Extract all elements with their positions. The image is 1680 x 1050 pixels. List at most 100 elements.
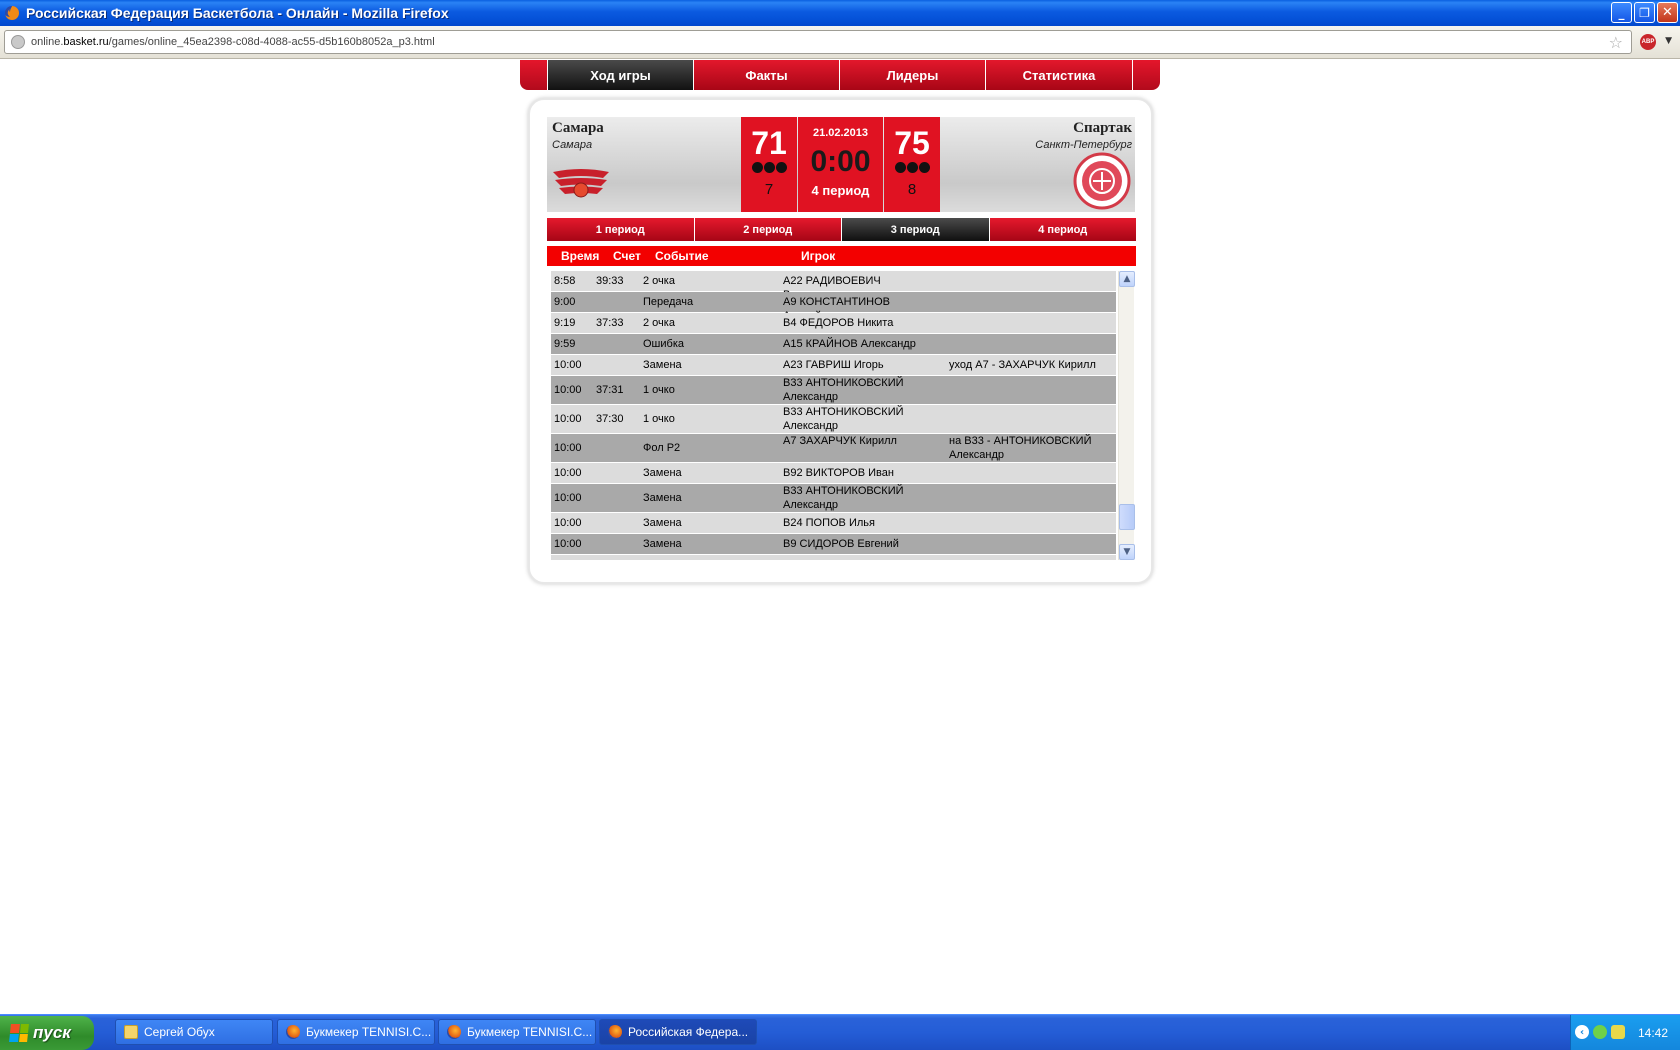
- event-type: 2 очка: [643, 275, 675, 287]
- tab-period-2[interactable]: 2 период: [694, 218, 841, 241]
- task-folder[interactable]: Сергей Обух: [115, 1019, 273, 1045]
- minimize-button[interactable]: _: [1611, 2, 1632, 23]
- folder-icon: [124, 1025, 138, 1039]
- home-team-logo: [553, 169, 609, 198]
- game-date: 21.02.2013: [812, 127, 869, 139]
- event-type: Фол P2: [643, 442, 681, 454]
- site-identity-icon[interactable]: [11, 35, 25, 49]
- home-score-panel: 71 7: [741, 117, 797, 212]
- event-player: B9 СИДОРОВ Евгений: [783, 538, 899, 550]
- task-label: Букмекер TENNISI.C...: [306, 1025, 432, 1039]
- scroll-down-icon[interactable]: ▼: [1119, 544, 1135, 560]
- header-player: Игрок: [801, 249, 836, 263]
- event-type: Ошибка: [643, 338, 684, 350]
- bookmark-star-icon[interactable]: ☆: [1609, 33, 1623, 52]
- task-label: Российская Федера...: [628, 1025, 749, 1039]
- timeout-dot: [918, 162, 930, 173]
- header-event: Событие: [655, 249, 709, 263]
- security-icon[interactable]: [1611, 1025, 1625, 1039]
- system-tray: ‹ 14:42: [1570, 1015, 1680, 1050]
- event-type: Замена: [643, 558, 682, 560]
- firefox-icon: [5, 6, 19, 20]
- event-row: 10:00 Замена B24 ПОПОВ Илья: [551, 513, 1116, 533]
- timeout-dot: [751, 162, 763, 173]
- page-content: Ход игры Факты Лидеры Статистика Самара …: [0, 60, 1680, 1014]
- event-type: 2 очка: [643, 317, 675, 329]
- event-time: 8:58: [554, 275, 576, 287]
- event-row: 10:00 37:30 1 очко B33 АНТОНИКОВСКИЙ Алекса…: [551, 405, 1116, 433]
- timeout-dot: [775, 162, 787, 173]
- task-firefox-3[interactable]: Российская Федера...: [599, 1019, 757, 1045]
- tab-period-4[interactable]: 4 период: [989, 218, 1136, 241]
- game-clock-panel: 21.02.2013 0:00 4 период: [798, 117, 883, 212]
- event-player: B92 ВИКТОРОВ Иван: [783, 467, 894, 479]
- url-path: /games/online_45ea2398-c08d-4088-ac55-d5…: [108, 36, 435, 48]
- window-titlebar[interactable]: Российская Федерация Баскетбола - Онлайн…: [0, 0, 1680, 26]
- away-fouls: 8: [907, 181, 917, 198]
- firefox-icon: [608, 1025, 622, 1039]
- start-button[interactable]: пуск: [0, 1016, 94, 1050]
- away-team-name: Спартак: [1073, 120, 1132, 136]
- timeout-dot: [763, 162, 775, 173]
- restore-button[interactable]: ❐: [1634, 2, 1655, 23]
- tab-statistics[interactable]: Статистика: [985, 60, 1133, 90]
- event-extra: на B33 - АНТОНИКОВСКИЙ Александр: [949, 435, 1092, 461]
- event-time: 10:00: [554, 558, 582, 560]
- url-bar[interactable]: online. basket.ru/games/online_45ea2398-c…: [4, 30, 1632, 54]
- windows-logo-icon: [9, 1024, 29, 1042]
- event-type: Замена: [643, 538, 682, 550]
- event-row: 10:00 37:31 1 очко B33 АНТОНИКОВСКИЙ Алекса…: [551, 376, 1116, 404]
- url-host: basket.ru: [63, 36, 109, 48]
- scroll-thumb[interactable]: [1119, 504, 1135, 530]
- scroll-up-icon[interactable]: ▲: [1119, 271, 1135, 287]
- event-player: B33 АНТОНИКОВСКИЙ Александр: [783, 406, 904, 432]
- event-score: 37:30: [596, 413, 624, 425]
- event-player: A15 КРАЙНОВ Александр: [783, 338, 916, 350]
- event-row: 9:59 Ошибка A15 КРАЙНОВ Александр: [551, 334, 1116, 354]
- adblock-icon[interactable]: ABP: [1640, 34, 1656, 50]
- period-tabs: 1 период 2 период 3 период 4 период: [547, 218, 1136, 241]
- url-prefix: online.: [31, 36, 64, 48]
- event-row: 10:00 Замена B92 ВИКТОРОВ Иван: [551, 463, 1116, 483]
- event-type: Замена: [643, 517, 682, 529]
- away-timeouts: [884, 162, 940, 173]
- network-icon[interactable]: [1593, 1025, 1607, 1039]
- events-table[interactable]: 8:5839:332 очкаA22 РАДИВОЕВИЧ Владимир9:…: [551, 271, 1116, 560]
- event-player: B24 ПОПОВ Илья: [783, 517, 875, 529]
- tray-expand-icon[interactable]: ‹: [1575, 1025, 1589, 1039]
- event-time: 9:19: [554, 317, 576, 329]
- close-button[interactable]: ✕: [1657, 2, 1678, 23]
- scoreboard: Самара Самара 71 7 21.02.2013 0:00 4 пер…: [547, 117, 1135, 212]
- event-player: B33 АНТОНИКОВСКИЙ Александр: [783, 377, 904, 403]
- event-type: Замена: [643, 467, 682, 479]
- event-type: 1 очко: [643, 384, 675, 396]
- events-scrollbar[interactable]: ▲ ▼: [1118, 271, 1135, 560]
- event-time: 10:00: [554, 359, 582, 371]
- task-firefox-2[interactable]: Букмекер TENNISI.C...: [438, 1019, 596, 1045]
- tab-facts[interactable]: Факты: [693, 60, 839, 90]
- away-score: 75: [894, 125, 930, 161]
- browser-toolbar: online. basket.ru/games/online_45ea2398-c…: [0, 26, 1680, 59]
- event-type: Передача: [643, 296, 694, 308]
- event-extra: уход A7 - ЗАХАРЧУК Кирилл: [949, 359, 1096, 371]
- task-firefox-1[interactable]: Букмекер TENNISI.C...: [277, 1019, 435, 1045]
- window-title: Российская Федерация Баскетбола - Онлайн…: [26, 5, 449, 21]
- chevron-down-icon[interactable]: ▼: [1665, 36, 1672, 46]
- event-player: B4 ФЕДОРОВ Никита: [783, 558, 918, 560]
- event-type: 1 очко: [643, 413, 675, 425]
- event-row: 9:19 37:33 2 очка B4 ФЕДОРОВ Никита: [551, 313, 1116, 333]
- home-team-name: Самара: [552, 120, 604, 136]
- tab-period-3[interactable]: 3 период: [842, 218, 989, 241]
- event-time: 10:00: [554, 492, 582, 504]
- home-timeouts: [741, 162, 797, 173]
- tab-period-1[interactable]: 1 период: [547, 218, 694, 241]
- tab-leaders[interactable]: Лидеры: [839, 60, 985, 90]
- event-player: B4 ФЕДОРОВ Никита: [783, 317, 894, 329]
- tray-clock: 14:42: [1637, 1026, 1668, 1040]
- home-team-city: Самара: [552, 139, 593, 151]
- firefox-icon: [447, 1025, 461, 1039]
- event-time: 10:00: [554, 442, 582, 454]
- event-time: 10:00: [554, 384, 582, 396]
- event-row: 10:00 Фол P2 A7 ЗАХАРЧУК Кирилл на B33 - АН…: [551, 434, 1116, 462]
- tab-game-flow[interactable]: Ход игры: [547, 60, 693, 90]
